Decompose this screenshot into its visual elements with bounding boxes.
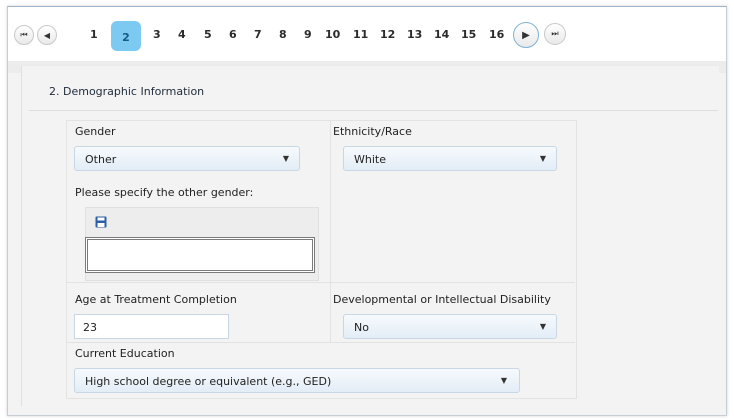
page-11[interactable]: 11 — [353, 24, 368, 46]
page-14[interactable]: 14 — [434, 24, 449, 46]
ethnicity-select[interactable]: White ▼ — [343, 146, 557, 171]
page-5[interactable]: 5 — [204, 24, 212, 46]
page-10[interactable]: 10 — [325, 24, 340, 46]
save-icon[interactable] — [95, 216, 107, 228]
first-page-icon: ⏮ — [20, 30, 28, 39]
page-2-current[interactable]: 2 — [111, 21, 141, 51]
ethnicity-value: White — [354, 153, 386, 166]
section-divider — [29, 110, 718, 111]
next-page-button[interactable]: ▶ — [513, 22, 539, 48]
page-1[interactable]: 1 — [90, 24, 98, 46]
disability-select[interactable]: No ▼ — [343, 314, 557, 339]
page-12[interactable]: 12 — [380, 24, 395, 46]
gender-value: Other — [85, 153, 117, 166]
pager: ⏮ ◀ 1 2 3 4 5 6 7 8 9 10 11 12 13 14 15 … — [8, 7, 726, 61]
page-16[interactable]: 16 — [489, 24, 504, 46]
section-title: 2. Demographic Information — [49, 85, 205, 98]
education-label: Current Education — [75, 347, 175, 360]
page-3[interactable]: 3 — [153, 24, 161, 46]
editor-toolbar — [86, 208, 318, 236]
page-8[interactable]: 8 — [279, 24, 287, 46]
age-label: Age at Treatment Completion — [75, 293, 237, 306]
chevron-down-icon: ▼ — [539, 322, 546, 331]
education-select[interactable]: High school degree or equivalent (e.g., … — [74, 368, 520, 393]
prev-page-button[interactable]: ◀ — [37, 25, 57, 45]
page-4[interactable]: 4 — [178, 24, 186, 46]
page-7[interactable]: 7 — [254, 24, 262, 46]
chevron-down-icon: ▼ — [539, 154, 546, 163]
other-gender-input[interactable] — [85, 237, 315, 273]
column-divider — [330, 121, 331, 343]
other-gender-label: Please specify the other gender: — [75, 186, 254, 199]
page-15[interactable]: 15 — [461, 24, 476, 46]
ethnicity-label: Ethnicity/Race — [333, 125, 412, 138]
age-input[interactable]: 23 — [74, 314, 229, 339]
education-value: High school degree or equivalent (e.g., … — [85, 375, 332, 388]
disability-value: No — [354, 321, 369, 334]
chevron-down-icon: ▼ — [282, 154, 289, 163]
first-page-button[interactable]: ⏮ — [14, 25, 34, 45]
last-page-button[interactable]: ⏭ — [544, 23, 566, 45]
row-divider — [67, 342, 575, 343]
page-13[interactable]: 13 — [407, 24, 422, 46]
next-page-icon: ▶ — [522, 29, 530, 41]
last-page-icon: ⏭ — [551, 29, 559, 38]
gender-select[interactable]: Other ▼ — [74, 146, 300, 171]
disability-label: Developmental or Intellectual Disability — [333, 293, 551, 306]
page-6[interactable]: 6 — [229, 24, 237, 46]
chevron-down-icon: ▼ — [500, 376, 507, 385]
prev-page-icon: ◀ — [43, 30, 51, 40]
gender-label: Gender — [75, 125, 116, 138]
row-divider — [67, 282, 575, 283]
page-9[interactable]: 9 — [304, 24, 312, 46]
